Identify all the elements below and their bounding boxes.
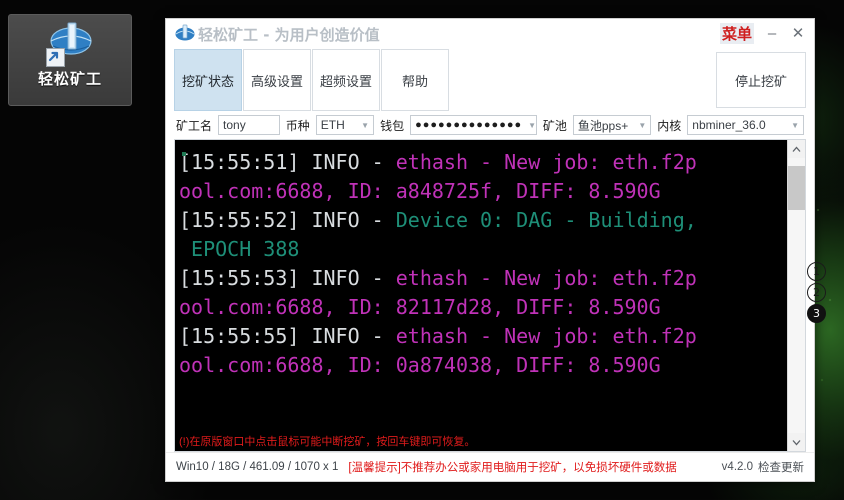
- log-line: ool.com:6688, ID: 0a874038, DIFF: 8.590G: [179, 351, 783, 380]
- window-title: 轻松矿工 - 为用户创造价值: [198, 25, 380, 44]
- log-timestamp: [15:55:53] INFO -: [179, 266, 396, 290]
- chevron-down-icon: ▼: [528, 120, 537, 130]
- page-markers: 1 2 3: [807, 262, 826, 323]
- chevron-down-icon: ▼: [361, 120, 370, 130]
- console-output[interactable]: [15:55:51] INFO - ethash - New job: eth.…: [175, 140, 787, 451]
- kernel-select-value: nbminer_36.0: [692, 118, 766, 132]
- log-body: ethash - New job: eth.f2p: [395, 324, 697, 348]
- page-marker-2[interactable]: 2: [807, 283, 826, 302]
- tab-mining-status[interactable]: 挖矿状态: [174, 49, 242, 111]
- console-area: [15:55:51] INFO - ethash - New job: eth.…: [174, 139, 806, 452]
- wallet-label: 钱包: [380, 118, 405, 133]
- log-body: ool.com:6688, ID: 82117d28, DIFF: 8.590G: [179, 295, 661, 319]
- kernel-label: 内核: [657, 118, 682, 133]
- tab-bar: 挖矿状态 高级设置 超频设置 帮助 停止挖矿: [166, 49, 814, 111]
- scrollbar-thumb[interactable]: [788, 166, 805, 210]
- minimize-button[interactable]: –: [764, 25, 780, 42]
- stop-mining-button[interactable]: 停止挖矿: [716, 52, 806, 108]
- kernel-select[interactable]: nbminer_36.0 ▼: [687, 115, 804, 135]
- pool-label: 矿池: [542, 118, 567, 133]
- window-controls: 菜单 – ✕: [719, 23, 806, 44]
- desktop-shortcut-mining-app[interactable]: 轻松矿工: [8, 14, 132, 106]
- log-line: [15:55:55] INFO - ethash - New job: eth.…: [179, 322, 783, 351]
- mining-globe-icon: [46, 21, 94, 67]
- app-globe-icon: [174, 24, 196, 44]
- status-bar: Win10 / 18G / 461.09 / 1070 x 1 [温馨提示]不推…: [166, 452, 814, 481]
- log-line: [15:55:53] INFO - ethash - New job: eth.…: [179, 264, 783, 293]
- console-warning-text: (!)在原版窗口中点击鼠标可能中断挖矿，按回车键即可恢复。: [179, 436, 476, 448]
- coin-select-value: ETH: [320, 118, 345, 132]
- version-label: v4.2.0: [721, 461, 753, 473]
- log-body: ethash - New job: eth.f2p: [395, 150, 697, 174]
- log-line: EPOCH 388: [179, 235, 783, 264]
- scroll-down-icon[interactable]: [788, 433, 805, 451]
- coin-select[interactable]: ETH ▼: [315, 115, 375, 135]
- log-line: [15:55:52] INFO - Device 0: DAG - Buildi…: [179, 206, 783, 235]
- scroll-up-icon[interactable]: [788, 140, 805, 158]
- mining-config-row: 矿工名 tony 币种 ETH ▼ 钱包 ●●●●●●●●●●●●●● ▼ 矿池…: [166, 111, 814, 139]
- pool-select[interactable]: 鱼池pps+ ▼: [572, 115, 652, 135]
- check-update-link[interactable]: 检查更新: [758, 459, 804, 475]
- version-area: v4.2.0 检查更新: [722, 459, 804, 475]
- log-line: [15:55:51] INFO - ethash - New job: eth.…: [179, 148, 783, 177]
- log-body: Device 0: DAG - Building,: [395, 208, 697, 232]
- menu-button[interactable]: 菜单: [719, 23, 754, 44]
- miner-name-input[interactable]: tony: [218, 115, 280, 135]
- warning-tip: [温馨提示]不推荐办公或家用电脑用于挖矿，以免损坏硬件或数据: [348, 462, 677, 474]
- page-marker-3[interactable]: 3: [807, 304, 826, 323]
- chevron-down-icon: ▼: [638, 120, 647, 130]
- status-dot: [182, 152, 186, 156]
- coin-label: 币种: [285, 118, 310, 133]
- tab-overclock-settings[interactable]: 超频设置: [312, 49, 380, 111]
- desktop-shortcut-label: 轻松矿工: [37, 71, 102, 88]
- scrollbar-track[interactable]: [788, 158, 805, 433]
- log-line: ool.com:6688, ID: 82117d28, DIFF: 8.590G: [179, 293, 783, 322]
- log-timestamp: [15:55:51] INFO -: [179, 150, 396, 174]
- log-timestamp: [15:55:52] INFO -: [179, 208, 396, 232]
- console-scrollbar[interactable]: [787, 140, 805, 451]
- log-body: ethash - New job: eth.f2p: [395, 266, 697, 290]
- system-info: Win10 / 18G / 461.09 / 1070 x 1: [176, 461, 339, 473]
- page-marker-1[interactable]: 1: [807, 262, 826, 281]
- log-timestamp: [15:55:55] INFO -: [179, 324, 396, 348]
- desktop-background: 轻松矿工 1 2 3 轻松矿工 - 为用户创造价值 菜单 – ✕ 挖矿状态 高级…: [0, 0, 844, 500]
- application-window: 轻松矿工 - 为用户创造价值 菜单 – ✕ 挖矿状态 高级设置 超频设置 帮助 …: [165, 18, 815, 482]
- pool-select-value: 鱼池pps+: [577, 118, 629, 133]
- miner-name-label: 矿工名: [176, 118, 213, 133]
- log-body: EPOCH 388: [179, 237, 300, 261]
- log-body: ool.com:6688, ID: a848725f, DIFF: 8.590G: [179, 179, 661, 203]
- chevron-down-icon: ▼: [791, 120, 799, 130]
- close-button[interactable]: ✕: [790, 25, 806, 42]
- log-body: ool.com:6688, ID: 0a874038, DIFF: 8.590G: [179, 353, 661, 377]
- wallet-masked-value: ●●●●●●●●●●●●●●: [415, 119, 523, 131]
- window-titlebar: 轻松矿工 - 为用户创造价值 菜单 – ✕: [166, 19, 814, 49]
- tab-help[interactable]: 帮助: [381, 49, 449, 111]
- tab-advanced-settings[interactable]: 高级设置: [243, 49, 311, 111]
- shortcut-arrow-icon: [46, 48, 65, 67]
- wallet-input[interactable]: ●●●●●●●●●●●●●● ▼: [410, 115, 537, 135]
- log-line: ool.com:6688, ID: a848725f, DIFF: 8.590G: [179, 177, 783, 206]
